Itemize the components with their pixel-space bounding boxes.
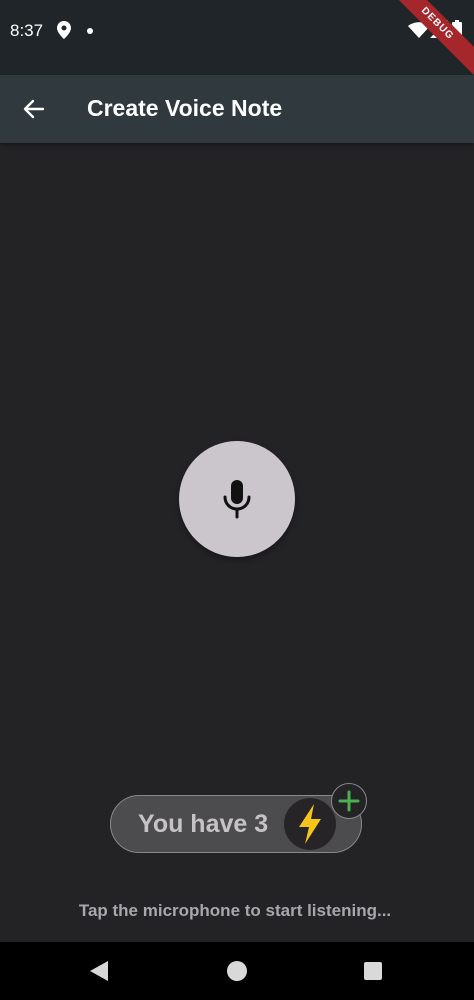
triangle-back-icon[interactable] xyxy=(88,960,110,982)
credits-text: You have 3 xyxy=(138,810,269,838)
back-button[interactable] xyxy=(14,89,54,129)
status-bar: 8:37 DEBUG xyxy=(0,0,474,85)
microphone-icon xyxy=(223,480,251,519)
credits-pill[interactable]: You have 3 xyxy=(110,795,362,853)
page-title: Create Voice Note xyxy=(87,95,283,121)
arrow-back-icon xyxy=(23,99,45,119)
status-time: 8:37 xyxy=(10,21,44,40)
plus-icon xyxy=(338,790,360,812)
circle-home-icon[interactable] xyxy=(227,961,247,981)
add-credits-button[interactable] xyxy=(331,783,367,819)
bolt-badge xyxy=(284,798,336,850)
app-bar: Create Voice Note xyxy=(0,75,474,143)
system-nav-bar xyxy=(0,942,474,1000)
location-icon xyxy=(57,21,71,39)
square-recents-icon[interactable] xyxy=(364,962,382,980)
debug-banner: DEBUG xyxy=(376,0,474,85)
lightning-bolt-icon xyxy=(299,804,321,844)
hint-text: Tap the microphone to start listening... xyxy=(78,901,392,920)
microphone-button[interactable] xyxy=(179,441,295,557)
notification-dot-icon xyxy=(87,28,93,34)
